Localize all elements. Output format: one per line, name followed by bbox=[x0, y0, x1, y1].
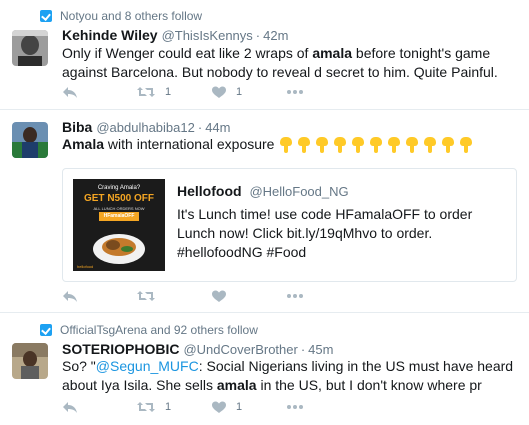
avatar[interactable] bbox=[12, 30, 48, 66]
social-context: Notyou and 8 others follow bbox=[40, 9, 202, 23]
pointing-down-icon bbox=[406, 137, 419, 154]
promo-brand: hellofood bbox=[77, 264, 94, 269]
retweet-icon bbox=[137, 87, 155, 97]
reply-button[interactable] bbox=[62, 289, 137, 303]
username[interactable]: @abdulhabiba12 bbox=[96, 120, 195, 135]
card-text: It's Lunch time! use code HFamalaOFF to … bbox=[177, 206, 473, 260]
more-button[interactable] bbox=[287, 294, 317, 298]
text-segment: So? " bbox=[62, 358, 96, 374]
display-name[interactable]: Biba bbox=[62, 119, 92, 135]
promo-code: HFamalaOFF bbox=[99, 212, 139, 221]
promo-offer: GET N500 OFF bbox=[83, 193, 154, 204]
reply-icon bbox=[63, 291, 77, 302]
pointing-down-icon bbox=[334, 137, 347, 154]
pointing-down-icon bbox=[370, 137, 383, 154]
retweet-icon bbox=[137, 291, 155, 301]
tweet-header: Kehinde Wiley @ThisIsKennys · 42m bbox=[62, 27, 288, 43]
tweet[interactable]: OfficialTsgArena and 92 others follow SO… bbox=[0, 313, 529, 425]
timeline-feed: Notyou and 8 others follow Kehinde Wiley… bbox=[0, 0, 529, 425]
tweet[interactable]: Notyou and 8 others follow Kehinde Wiley… bbox=[0, 0, 529, 110]
highlight-term: amala bbox=[312, 45, 353, 61]
heart-icon bbox=[212, 86, 226, 98]
like-count: 1 bbox=[236, 401, 243, 413]
text-segment: Only if Wenger could eat like 2 wraps of bbox=[62, 45, 313, 61]
more-button[interactable] bbox=[287, 405, 317, 409]
card-display-name[interactable]: Hellofood bbox=[177, 183, 242, 199]
highlight-term: amala bbox=[216, 377, 257, 393]
promo-image[interactable]: Craving Amala? GET N500 OFF ALL LUNCH OR… bbox=[73, 179, 165, 271]
pointing-down-icon bbox=[352, 137, 365, 154]
social-context: OfficialTsgArena and 92 others follow bbox=[40, 323, 258, 337]
tweet-header: SOTERIOPHOBIC @UndCoverBrother · 45m bbox=[62, 341, 333, 357]
reply-button[interactable] bbox=[62, 400, 137, 414]
text-segment: with international exposure bbox=[104, 136, 275, 152]
tweet-actions: 1 1 bbox=[62, 83, 317, 101]
retweet-icon bbox=[137, 402, 155, 412]
separator: · bbox=[197, 120, 203, 135]
promo-tagline: Craving Amala? bbox=[97, 185, 141, 191]
promo-subtext: ALL LUNCH ORDERS NOW bbox=[93, 206, 145, 211]
pointing-down-icon bbox=[424, 137, 437, 154]
pointing-down-icon bbox=[316, 137, 329, 154]
reply-button[interactable] bbox=[62, 85, 137, 99]
tweet[interactable]: Biba @abdulhabiba12 · 44m Amala with int… bbox=[0, 110, 529, 313]
social-context-text[interactable]: OfficialTsgArena and 92 others follow bbox=[60, 323, 258, 337]
more-icon bbox=[287, 90, 303, 94]
separator: · bbox=[255, 28, 261, 43]
social-context-text[interactable]: Notyou and 8 others follow bbox=[60, 9, 202, 23]
card-username[interactable]: @HelloFood_NG bbox=[249, 184, 348, 199]
more-button[interactable] bbox=[287, 90, 317, 94]
mention-link[interactable]: @Segun_MUFC bbox=[96, 358, 199, 374]
reply-icon bbox=[63, 87, 77, 98]
avatar[interactable] bbox=[12, 343, 48, 379]
text-segment: in the US, but I don't know where pr bbox=[256, 377, 482, 393]
more-icon bbox=[287, 405, 303, 409]
follow-context-icon bbox=[40, 324, 52, 336]
separator: · bbox=[300, 342, 306, 357]
retweet-count: 1 bbox=[165, 401, 172, 413]
more-icon bbox=[287, 294, 303, 298]
username[interactable]: @UndCoverBrother bbox=[183, 342, 297, 357]
retweet-count: 1 bbox=[165, 86, 172, 98]
retweet-button[interactable]: 1 bbox=[137, 401, 212, 413]
pointing-down-icon bbox=[298, 137, 311, 154]
display-name[interactable]: Kehinde Wiley bbox=[62, 27, 158, 43]
pointing-down-icon bbox=[388, 137, 401, 154]
like-count: 1 bbox=[236, 86, 243, 98]
avatar[interactable] bbox=[12, 122, 48, 158]
heart-icon bbox=[212, 290, 226, 302]
display-name[interactable]: SOTERIOPHOBIC bbox=[62, 341, 179, 357]
tweet-actions: 1 1 bbox=[62, 398, 317, 416]
follow-context-icon bbox=[40, 10, 52, 22]
timestamp[interactable]: 42m bbox=[263, 28, 288, 43]
like-button[interactable]: 1 bbox=[212, 86, 287, 99]
like-button[interactable]: 1 bbox=[212, 401, 287, 414]
timestamp[interactable]: 44m bbox=[205, 120, 230, 135]
tweet-text: So? "@Segun_MUFC: Social Nigerians livin… bbox=[62, 357, 517, 395]
tweet-text: Amala with international exposure bbox=[62, 135, 517, 154]
quoted-tweet-card[interactable]: Craving Amala? GET N500 OFF ALL LUNCH OR… bbox=[62, 168, 517, 282]
reply-icon bbox=[63, 402, 77, 413]
timestamp[interactable]: 45m bbox=[308, 342, 333, 357]
pointing-down-icon bbox=[442, 137, 455, 154]
pointing-down-icon bbox=[280, 137, 293, 154]
tweet-actions bbox=[62, 287, 317, 305]
heart-icon bbox=[212, 401, 226, 413]
username[interactable]: @ThisIsKennys bbox=[162, 28, 253, 43]
retweet-button[interactable]: 1 bbox=[137, 86, 212, 98]
retweet-button[interactable] bbox=[137, 290, 212, 302]
like-button[interactable] bbox=[212, 290, 287, 303]
emoji-group bbox=[280, 137, 478, 154]
tweet-text: Only if Wenger could eat like 2 wraps of… bbox=[62, 44, 517, 82]
card-header: Hellofood @HelloFood_NG bbox=[177, 183, 349, 199]
highlight-term: Amala bbox=[62, 136, 105, 152]
tweet-header: Biba @abdulhabiba12 · 44m bbox=[62, 119, 231, 135]
pointing-down-icon bbox=[460, 137, 473, 154]
